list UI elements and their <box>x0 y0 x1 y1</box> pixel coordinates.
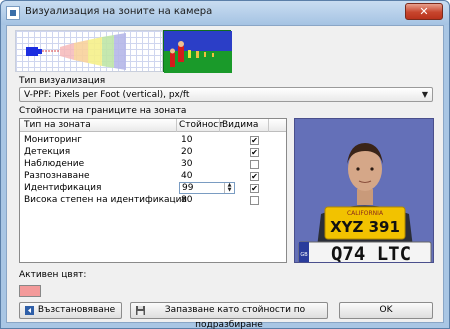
save-as-default-button[interactable]: Запазване като стойности по подразбиране <box>130 302 328 329</box>
zone-values-grid[interactable]: Тип на зоната Стойност Видима Мониторинг… <box>19 118 287 263</box>
camera-icon <box>26 47 38 56</box>
zone-name-observation: Наблюдение <box>24 159 85 169</box>
zone-name-monitoring: Мониторинг <box>24 135 82 145</box>
camera-fov-diagram <box>26 33 126 70</box>
visible-checkbox-identification[interactable]: ✔ <box>250 184 259 193</box>
title-bar[interactable]: Визуализация на зоните на камера ✕ <box>1 1 449 25</box>
ok-button-label: OK <box>379 305 393 315</box>
table-row[interactable]: Идентификация 99 ▲ ▼ ✔ <box>20 182 286 194</box>
zone-values-label: Стойности на границите на зоната <box>19 106 187 116</box>
visible-checkbox-high-identification[interactable] <box>250 196 259 205</box>
header-value[interactable]: Стойност <box>179 120 223 130</box>
plate2-number: Q74 LTC <box>331 243 411 263</box>
plate2-badge: GB <box>300 252 308 258</box>
save-icon <box>136 306 145 315</box>
dialog-body: Тип визуализация V-PPF: Pixels per Foot … <box>6 25 444 329</box>
visible-checkbox-detection[interactable]: ✔ <box>250 148 259 157</box>
plate1-number: XYZ 391 <box>330 218 400 236</box>
header-zone-type[interactable]: Тип на зоната <box>24 120 91 130</box>
dropdown-arrow-icon[interactable]: ▼ <box>422 90 428 99</box>
zone-people-preview <box>163 30 232 73</box>
spinner-arrows-icon[interactable]: ▲ ▼ <box>224 183 234 193</box>
zone-value-high-identification[interactable]: 80 <box>181 195 192 205</box>
zone-value-monitoring[interactable]: 10 <box>181 135 192 145</box>
app-icon <box>6 6 20 20</box>
restore-icon <box>25 306 34 315</box>
zone-value-observation[interactable]: 30 <box>181 159 192 169</box>
table-row[interactable]: Детекция 20 ✔ <box>20 147 286 158</box>
zone-value-detection[interactable]: 20 <box>181 147 192 157</box>
zone-preview-banner <box>15 30 232 73</box>
zone-name-high-identification: Висока степен на идентификация <box>24 195 187 205</box>
visible-checkbox-monitoring[interactable]: ✔ <box>250 136 259 145</box>
camera-zone-diagram <box>15 30 163 72</box>
ok-button[interactable]: OK <box>339 302 433 319</box>
restore-button-label: Възстановяване <box>37 305 116 315</box>
spinner-value[interactable]: 99 <box>182 183 193 193</box>
dialog-window: Визуализация на зоните на камера ✕ Тип в… <box>0 0 450 329</box>
restore-button[interactable]: Възстановяване <box>19 302 122 319</box>
header-visible[interactable]: Видима <box>222 120 258 130</box>
zone-value-recognition[interactable]: 40 <box>181 171 192 181</box>
identification-preview-image: CALIFORNIA XYZ 391 GB Q74 LTC <box>294 118 434 263</box>
visualization-type-dropdown[interactable]: V-PPF: Pixels per Foot (vertical), px/ft… <box>19 87 433 102</box>
window-title: Визуализация на зоните на камера <box>25 6 213 17</box>
table-row[interactable]: Наблюдение 30 <box>20 159 286 170</box>
active-color-label: Активен цвят: <box>19 270 87 280</box>
zone-name-detection: Детекция <box>24 147 71 157</box>
save-as-default-label: Запазване като стойности по подразбиране <box>164 305 306 329</box>
visible-checkbox-recognition[interactable]: ✔ <box>250 172 259 181</box>
visible-checkbox-observation[interactable] <box>250 160 259 169</box>
close-button[interactable]: ✕ <box>405 3 443 20</box>
plate1-header: CALIFORNIA <box>347 210 384 217</box>
table-row[interactable]: Разпознаване 40 ✔ <box>20 171 286 182</box>
zone-name-recognition: Разпознаване <box>24 171 90 181</box>
table-row[interactable]: Висока степен на идентификация 80 <box>20 195 286 206</box>
visualization-type-value: V-PPF: Pixels per Foot (vertical), px/ft <box>24 90 190 100</box>
identification-value-spinner[interactable]: 99 ▲ ▼ <box>179 182 235 194</box>
visualization-type-label: Тип визуализация <box>19 76 106 86</box>
zone-name-identification: Идентификация <box>24 183 102 193</box>
grid-header: Тип на зоната Стойност Видима <box>20 119 286 132</box>
table-row[interactable]: Мониторинг 10 ✔ <box>20 135 286 146</box>
active-color-swatch[interactable] <box>19 285 41 297</box>
